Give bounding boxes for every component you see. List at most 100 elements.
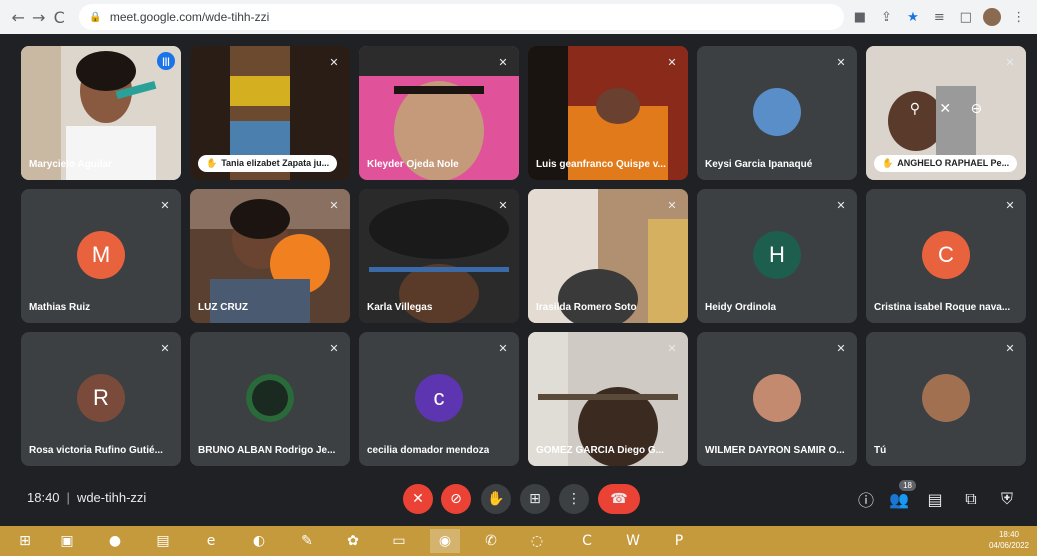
mic-off-icon: ✕ xyxy=(1005,55,1015,69)
chat-icon: ▤ xyxy=(927,489,943,509)
store-icon[interactable]: ▣ xyxy=(52,529,82,553)
camera-toggle-button[interactable]: ⊘ xyxy=(441,484,471,514)
mic-off-icon: ✕ xyxy=(1005,341,1015,355)
powerpoint-icon[interactable]: P xyxy=(664,529,694,553)
participant-tile[interactable]: R ✕ Rosa victoria Rufino Gutié... xyxy=(21,332,181,466)
participant-name: Kleyder Ojeda Nole xyxy=(367,159,459,170)
chrome-icon[interactable]: ◉ xyxy=(430,529,460,553)
participant-tile[interactable]: H ✕ Heidy Ordinola xyxy=(697,189,857,323)
participant-tile[interactable]: M ✕ Mathias Ruiz xyxy=(21,189,181,323)
participant-name: Mathias Ruiz xyxy=(29,302,91,313)
system-tray-clock[interactable]: 18:40 04/06/2022 xyxy=(989,529,1029,551)
back-icon[interactable]: ← xyxy=(8,6,28,28)
mic-off-icon: ✕ xyxy=(329,55,339,69)
mic-toggle-button[interactable]: ✕ xyxy=(403,484,433,514)
host-controls-button[interactable]: ⛨ xyxy=(994,486,1020,512)
present-button[interactable]: ⊞ xyxy=(520,484,550,514)
mic-off-icon: ✕ xyxy=(329,198,339,212)
app-icon[interactable]: ◌ xyxy=(522,529,552,553)
participant-name: WILMER DAYRON SAMIR O... xyxy=(705,445,845,456)
participant-name: Keysi Garcia Ipanaqué xyxy=(705,159,813,170)
tile-hover-controls: ⚲ ✕ ⊖ xyxy=(900,92,992,126)
camera-off-icon: ⊘ xyxy=(450,491,462,507)
windows-start-icon[interactable]: ⊞ xyxy=(10,529,40,553)
pin-icon[interactable]: ⚲ xyxy=(910,101,920,117)
leave-call-button[interactable]: ☎ xyxy=(598,484,640,514)
present-icon: ⊞ xyxy=(529,491,541,507)
participant-tile[interactable]: ✕ Keysi Garcia Ipanaqué xyxy=(697,46,857,180)
participant-name-text: ANGHELO RAPHAEL Pe... xyxy=(897,158,1010,168)
mic-off-icon: ✕ xyxy=(1005,198,1015,212)
raise-hand-button[interactable]: ✋ xyxy=(481,484,511,514)
word-icon[interactable]: W xyxy=(618,529,648,553)
shield-icon: ⛨ xyxy=(1000,489,1013,508)
mute-participant-icon[interactable]: ✕ xyxy=(939,101,951,117)
clock-time: 18:40 xyxy=(998,530,1019,539)
people-icon: 👥 xyxy=(889,489,909,509)
reload-icon[interactable]: C xyxy=(49,6,69,28)
mic-off-icon: ✕ xyxy=(667,341,677,355)
participant-name: Irasilda Romero Soto xyxy=(536,302,637,313)
internet-explorer-icon[interactable]: e xyxy=(196,529,226,553)
share-icon[interactable]: ⇪ xyxy=(876,6,896,28)
app-icon[interactable]: ✿ xyxy=(338,529,368,553)
playlist-icon[interactable]: ≡ xyxy=(929,6,949,28)
phone-hangup-icon: ☎ xyxy=(610,491,628,507)
participant-tile[interactable]: ✕ Karla Villegas xyxy=(359,189,519,323)
ccleaner-icon[interactable]: C xyxy=(572,529,602,553)
forward-icon[interactable]: → xyxy=(28,6,48,28)
meeting-code: wde-tihh-zzi xyxy=(76,490,147,505)
participant-name: cecilia domador mendoza xyxy=(367,445,490,456)
remove-icon[interactable]: ⊖ xyxy=(971,101,983,117)
browser-toolbar: ← → C 🔒 meet.google.com/wde-tihh-zzi ■ ⇪… xyxy=(0,0,1037,34)
participant-name: Luis geanfranco Quispe v... xyxy=(536,159,666,170)
participant-tile[interactable]: ✕ ✋ Tania elizabet Zapata ju... xyxy=(190,46,350,180)
raised-hand-icon: ✋ xyxy=(882,159,894,169)
app-icon[interactable]: ● xyxy=(100,529,130,553)
activities-button[interactable]: ⧉ xyxy=(958,486,984,512)
camera-icon[interactable]: ■ xyxy=(850,6,870,28)
url-text: meet.google.com/wde-tihh-zzi xyxy=(109,10,270,24)
participant-name-text: Tania elizabet Zapata ju... xyxy=(221,158,330,168)
more-options-button[interactable]: ⋮ xyxy=(559,484,589,514)
meeting-controls: 18:40 | wde-tihh-zzi ✕ ⊘ ✋ ⊞ ⋮ ☎ ⓘ 👥 18 ▤ ⧉… xyxy=(0,472,1037,524)
participant-tile[interactable]: c ✕ cecilia domador mendoza xyxy=(359,332,519,466)
people-button[interactable]: 👥 18 xyxy=(886,480,916,512)
profile-avatar[interactable] xyxy=(982,6,1002,28)
participant-avatar xyxy=(922,374,970,422)
menu-icon[interactable]: ⋮ xyxy=(1009,6,1029,28)
meeting-details-button[interactable]: ⓘ xyxy=(853,486,879,512)
sidepanel-icon[interactable]: □ xyxy=(956,6,976,28)
address-bar[interactable]: 🔒 meet.google.com/wde-tihh-zzi xyxy=(79,4,844,30)
mic-off-icon: ✕ xyxy=(160,198,170,212)
participant-tile[interactable]: ✕ ⚲ ✕ ⊖ ✋ ANGHELO RAPHAEL Pe... xyxy=(866,46,1026,180)
file-explorer-icon[interactable]: ▤ xyxy=(148,529,178,553)
participant-tile[interactable]: ✕ WILMER DAYRON SAMIR O... xyxy=(697,332,857,466)
participant-avatar xyxy=(753,374,801,422)
participant-name: Heidy Ordinola xyxy=(705,302,777,313)
participant-tile[interactable]: ||| Marycielo Aguilar xyxy=(21,46,181,180)
participant-tile[interactable]: ✕ BRUNO ALBAN Rodrigo Je... xyxy=(190,332,350,466)
participant-tile[interactable]: ✕ Irasilda Romero Soto xyxy=(528,189,688,323)
more-icon: ⋮ xyxy=(567,491,581,507)
edge-icon[interactable]: ◐ xyxy=(244,529,274,553)
participant-tile[interactable]: ✕ Kleyder Ojeda Nole xyxy=(359,46,519,180)
participant-grid: ||| Marycielo Aguilar ✕ ✋ Tania elizabet … xyxy=(21,46,1027,466)
sticky-notes-icon[interactable]: ▭ xyxy=(384,529,414,553)
participant-name: Rosa victoria Rufino Gutié... xyxy=(29,445,163,456)
whatsapp-icon[interactable]: ✆ xyxy=(476,529,506,553)
participant-name: GOMEZ GARCIA Diego G... xyxy=(536,445,664,456)
windows-taskbar: ⊞ ▣ ● ▤ e ◐ ✎ ✿ ▭ ◉ ✆ ◌ C W P 18:40 04/0… xyxy=(0,526,1037,556)
mic-off-icon: ✕ xyxy=(412,491,424,507)
participant-initial-avatar: c xyxy=(415,374,463,422)
participant-tile[interactable]: ✕ Luis geanfranco Quispe v... xyxy=(528,46,688,180)
participant-tile[interactable]: C ✕ Cristina isabel Roque nava... xyxy=(866,189,1026,323)
star-icon[interactable]: ★ xyxy=(903,6,923,28)
paint-icon[interactable]: ✎ xyxy=(292,529,322,553)
participant-tile[interactable]: ✕ Tú xyxy=(866,332,1026,466)
mic-off-icon: ✕ xyxy=(667,198,677,212)
speaking-indicator-icon: ||| xyxy=(157,52,175,70)
chat-button[interactable]: ▤ xyxy=(922,486,948,512)
participant-tile[interactable]: ✕ LUZ CRUZ xyxy=(190,189,350,323)
participant-tile[interactable]: ✕ GOMEZ GARCIA Diego G... xyxy=(528,332,688,466)
